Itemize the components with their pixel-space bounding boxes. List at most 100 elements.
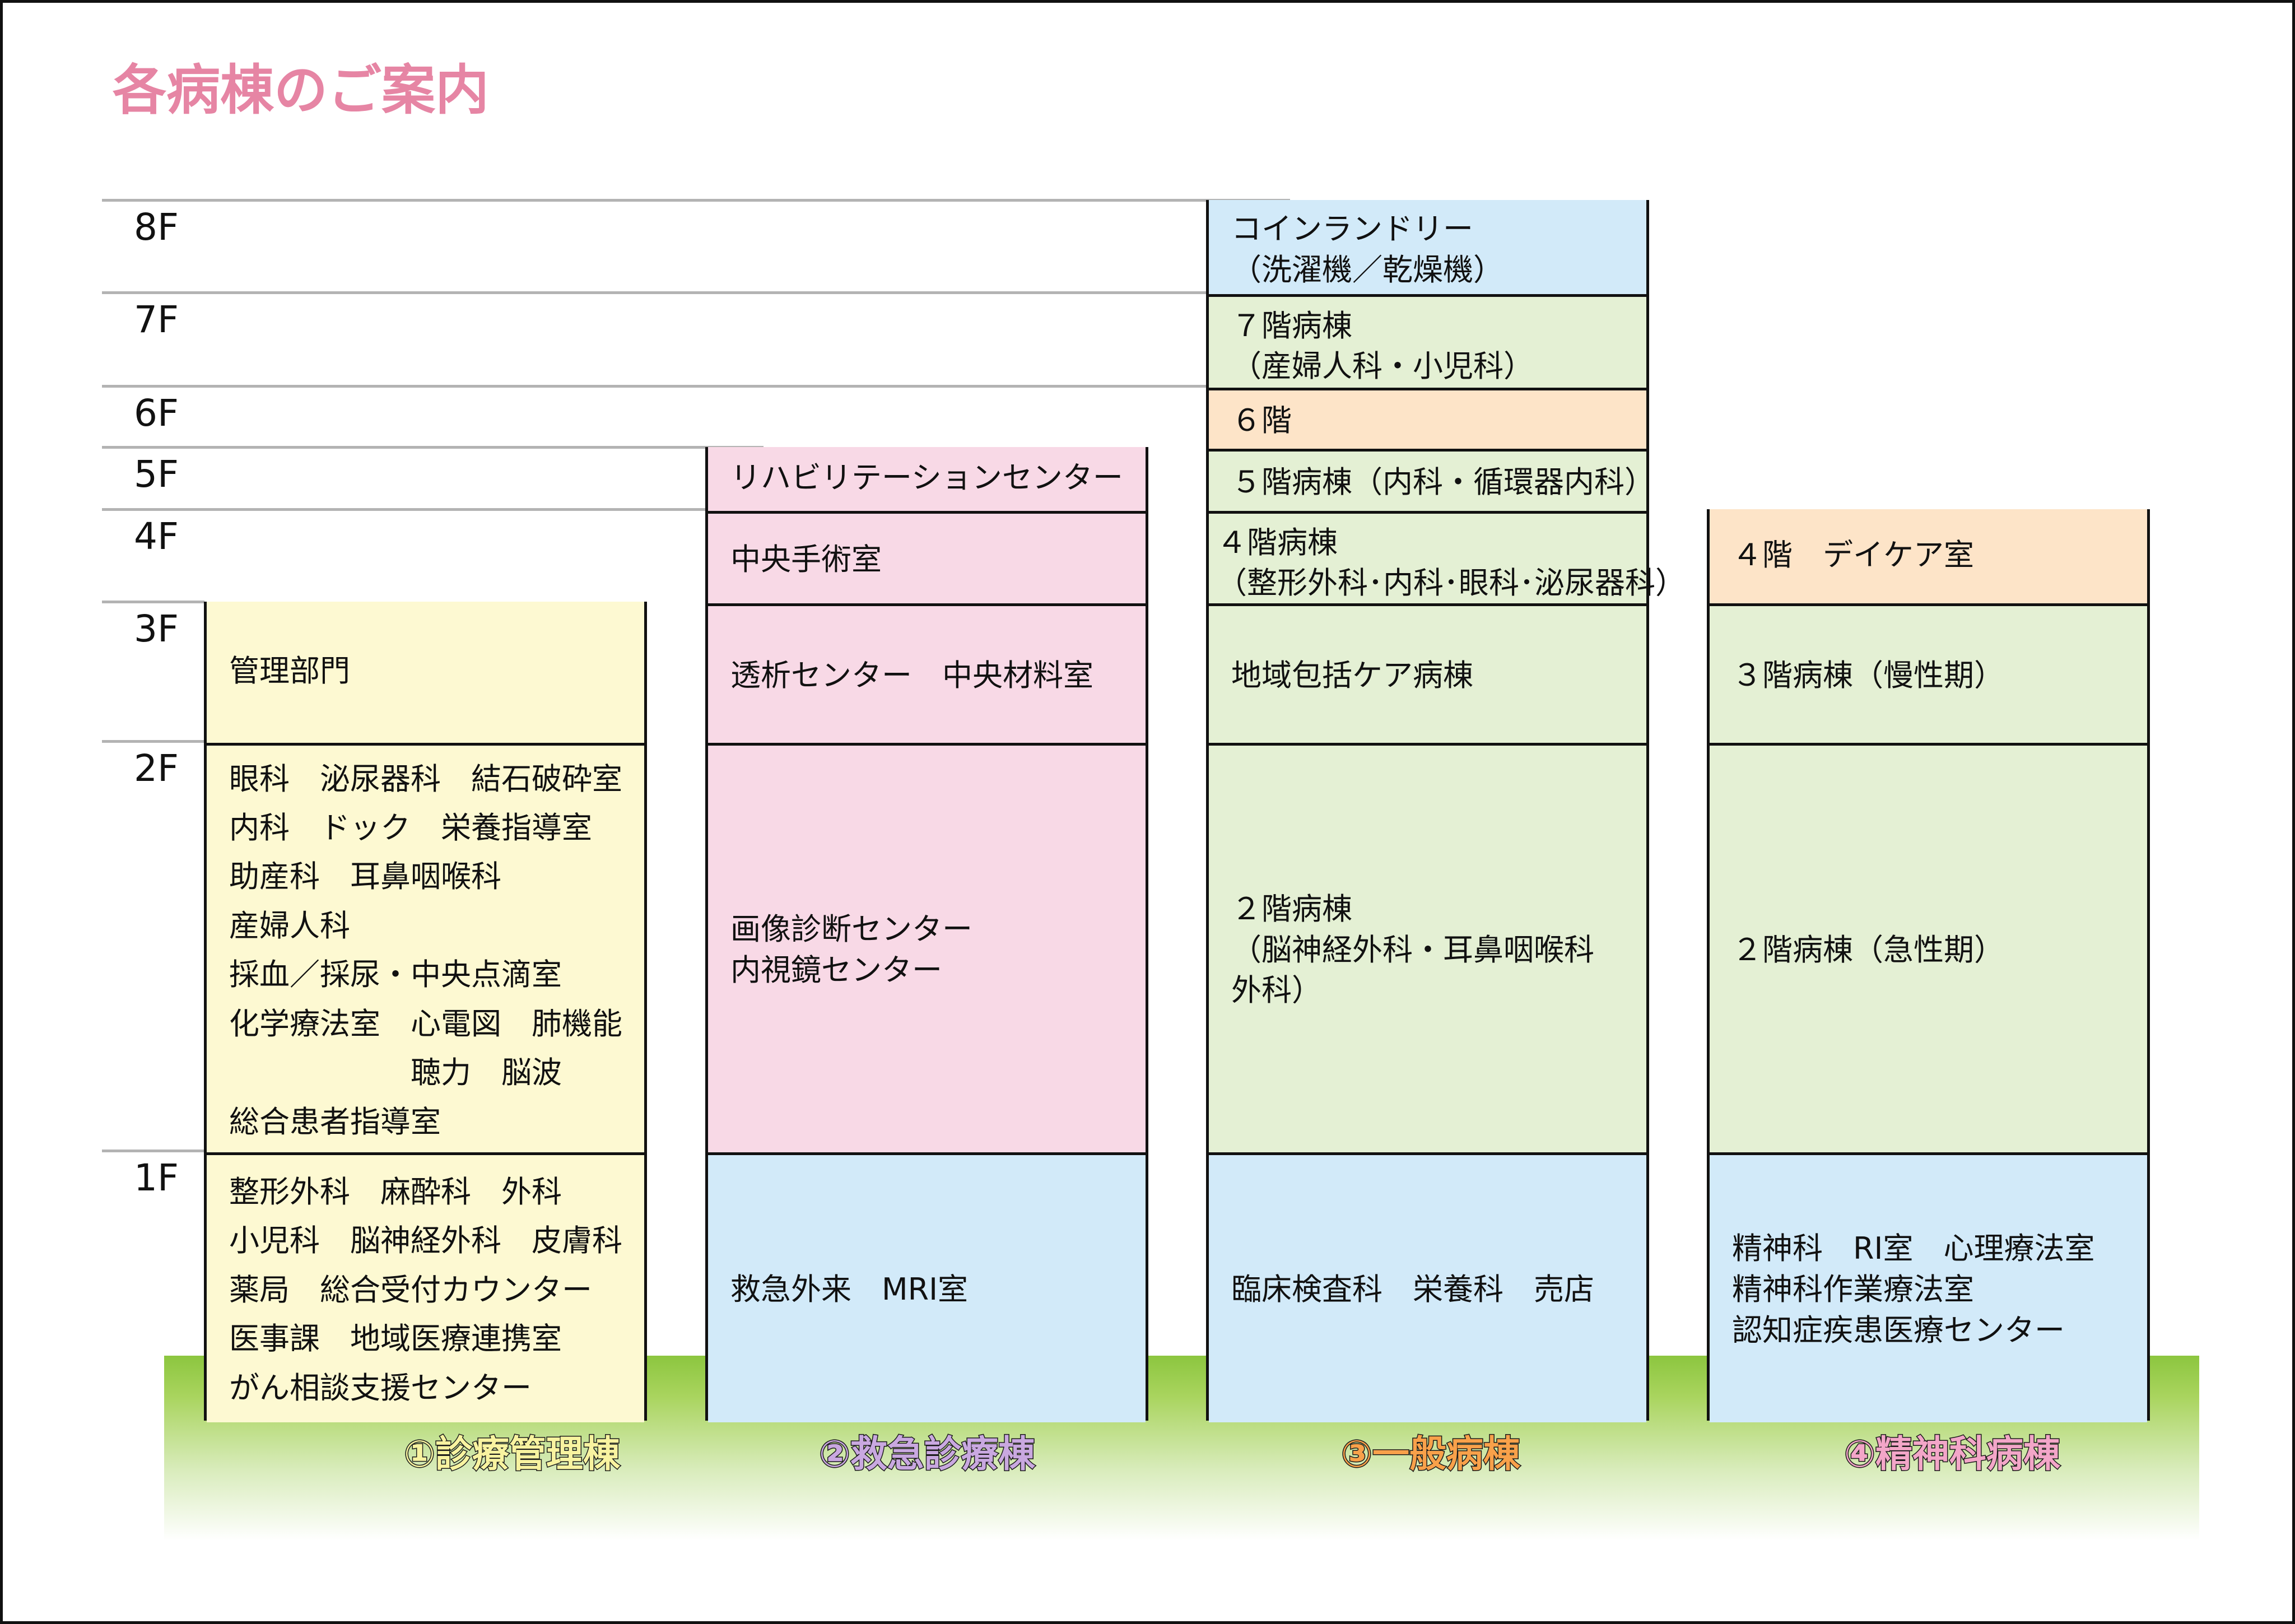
building-number: ② [818, 1432, 851, 1476]
room-list: 精神科 RI室 心理療法室 精神科作業療法室認知症疾患医療センター [1732, 1229, 2094, 1351]
room-list: 整形外科 麻酔科 外科 小児科 脳神経外科 皮膚科 薬局 総合受付カウンター 医事課 … [229, 1167, 622, 1412]
room-line: 眼科 泌尿器科 結石破砕室 [229, 761, 622, 797]
room-list: ５階病棟（内科・循環器内科） [1231, 462, 1655, 503]
building-1-floor-3f: 管理部門 [207, 602, 644, 743]
room-line: 透析センター 中央材料室 [730, 657, 1093, 693]
floor-label-4f: 4F [134, 515, 179, 558]
room-list: コインランドリー （洗濯機／乾燥機） [1231, 209, 1503, 291]
building-2-floor-1f: 救急外来 MRI室 [708, 1152, 1146, 1422]
room-list: ３階病棟（慢性期） [1732, 655, 2004, 696]
building-number: ③ [1340, 1432, 1374, 1476]
room-list: 管理部門 [229, 651, 350, 692]
room-line: がん相談支援センター [229, 1370, 532, 1406]
room-line: 内視鏡センター [730, 952, 942, 988]
room-line: 画像診断センター [730, 911, 972, 947]
room-line: ２階病棟 [1231, 891, 1352, 927]
room-line: 外科） [1231, 972, 1322, 1008]
room-line: 精神科作業療法室 [1732, 1272, 1974, 1307]
building-2-label: ②救急診療棟 [759, 1432, 1095, 1476]
room-line: 化学療法室 心電図 肺機能 [229, 1006, 622, 1041]
room-line: ７階病棟 [1231, 308, 1352, 343]
floor-line-2f [102, 740, 204, 743]
room-line: （整形外科･内科･眼科･泌尿器科） [1217, 565, 1686, 601]
building-2-floor-4f: 中央手術室 [708, 510, 1146, 603]
building-name: 精神科病棟 [1874, 1432, 2061, 1476]
building-1-label: ①診療管理棟 [344, 1432, 680, 1476]
room-line: ４階 デイケア室 [1732, 537, 1974, 573]
room-line: 救急外来 MRI室 [730, 1272, 969, 1307]
building-2-floor-5f: リハビリテーションセンター [708, 447, 1146, 511]
building-3-label: ③一般病棟 [1263, 1432, 1599, 1476]
floor-label-8f: 8F [134, 206, 179, 249]
room-list: ７階病棟 （産婦人科・小児科） [1231, 306, 1534, 388]
room-line: 管理部門 [229, 653, 350, 689]
building-3-floor-1f: 臨床検査科 栄養科 売店 [1209, 1152, 1646, 1422]
room-line: （洗濯機／乾燥機） [1231, 252, 1503, 287]
building-4-label: ④精神科病棟 [1784, 1432, 2120, 1476]
floor-label-7f: 7F [134, 298, 179, 341]
room-list: ２階病棟（急性期） [1732, 930, 2004, 971]
room-line: 臨床検査科 栄養科 売店 [1231, 1272, 1594, 1307]
room-line: 整形外科 麻酔科 外科 [229, 1174, 562, 1209]
building-4: ４階 デイケア室 ３階病棟（慢性期） ２階病棟（急性期） 精神科 RI室 心理療法室精… [1707, 509, 2150, 1422]
building-3-floor-5f: ５階病棟（内科・循環器内科） [1209, 448, 1655, 511]
room-line: 精神科 RI室 心理療法室 [1732, 1231, 2095, 1267]
room-list: 地域包括ケア病棟 [1231, 655, 1473, 696]
floor-line-8f [102, 199, 1290, 202]
building-name: 一般病棟 [1371, 1432, 1521, 1476]
floor-line-4f [102, 508, 764, 511]
building-4-floor-2f: ２階病棟（急性期） [1710, 742, 2147, 1152]
building-3-floor-3f: 地域包括ケア病棟 [1209, 603, 1646, 743]
room-line: （脳神経外科・耳鼻咽喉科 [1231, 932, 1594, 967]
room-list: 透析センター 中央材料室 [730, 655, 1093, 696]
floor-line-5f [102, 446, 764, 449]
building-2-floor-2f: 画像診断センター 内視鏡センター [708, 742, 1146, 1152]
room-list: ４階病棟 （整形外科･内科･眼科･泌尿器科） [1217, 523, 1686, 604]
room-line: 地域包括ケア病棟 [1231, 657, 1473, 693]
building-4-floor-3f: ３階病棟（慢性期） [1710, 603, 2147, 743]
building-1-floor-2f: 眼科 泌尿器科 結石破砕室 内科 ドック 栄養指導室 助産科 耳鼻咽喉科 産婦人科採血… [207, 742, 644, 1152]
page-title: 各病棟のご案内 [113, 59, 489, 122]
floor-line-3f [102, 601, 204, 603]
room-list: ２階病棟 （脳神経外科・耳鼻咽喉科 外科） [1231, 889, 1594, 1012]
building-3-floor-6f: ６階 [1209, 387, 1646, 449]
building-3-floor-7f: ７階病棟 （産婦人科・小児科） [1209, 294, 1646, 388]
room-list: 眼科 泌尿器科 結石破砕室 内科 ドック 栄養指導室 助産科 耳鼻咽喉科 産婦人科採血… [229, 755, 622, 1147]
building-2-floor-3f: 透析センター 中央材料室 [708, 603, 1146, 743]
building-3-floor-2f: ２階病棟 （脳神経外科・耳鼻咽喉科 外科） [1209, 742, 1646, 1152]
room-line: 聴力 脳波 [229, 1055, 562, 1091]
room-line: 認知症疾患医療センター [1732, 1312, 2065, 1348]
building-3-floor-4f: ４階病棟 （整形外科･内科･眼科･泌尿器科） [1209, 510, 1686, 603]
room-line: 内科 ドック 栄養指導室 [229, 809, 592, 845]
room-line: ６階 [1231, 402, 1292, 438]
building-4-floor-1f: 精神科 RI室 心理療法室 精神科作業療法室認知症疾患医療センター [1710, 1152, 2147, 1422]
building-3: コインランドリー （洗濯機／乾燥機） ７階病棟 （産婦人科・小児科） ６階 ５階病棟（内科… [1206, 200, 1686, 1422]
room-line: コインランドリー [1231, 211, 1473, 246]
room-line: ４階病棟 [1217, 524, 1338, 560]
room-line: リハビリテーションセンター [730, 460, 1123, 496]
building-name: 救急診療棟 [849, 1432, 1036, 1476]
building-1-floor-1f: 整形外科 麻酔科 外科 小児科 脳神経外科 皮膚科 薬局 総合受付カウンター 医事課 … [207, 1152, 644, 1422]
floor-guide-diagram: 各病棟のご案内 8F 7F 6F 5F 4F 3F 2F 1F 管理部門 眼科 泌尿器科 結石破… [0, 0, 2295, 1624]
room-line: 助産科 耳鼻咽喉科 [229, 859, 501, 895]
room-line: 薬局 総合受付カウンター [229, 1272, 592, 1307]
room-line: ５階病棟（内科・循環器内科） [1231, 464, 1655, 500]
room-line: 採血／採尿・中央点滴室 [229, 957, 562, 993]
room-list: ６階 [1231, 401, 1292, 441]
room-line: ３階病棟（慢性期） [1732, 657, 2004, 693]
room-list: 中央手術室 [730, 539, 882, 580]
room-line: （産婦人科・小児科） [1231, 348, 1534, 384]
floor-line-1f [102, 1150, 204, 1152]
room-list: 画像診断センター 内視鏡センター [730, 909, 972, 991]
floor-label-5f: 5F [134, 453, 179, 496]
building-4-floor-4f: ４階 デイケア室 [1710, 509, 2147, 603]
room-list: 救急外来 MRI室 [730, 1269, 968, 1310]
room-list: リハビリテーションセンター [730, 458, 1123, 499]
room-line: 総合患者指導室 [229, 1104, 441, 1139]
building-2: リハビリテーションセンター 中央手術室 透析センター 中央材料室 画像診断センター 内視… [705, 447, 1148, 1422]
building-name: 診療管理棟 [434, 1432, 621, 1476]
room-line: 産婦人科 [229, 908, 350, 943]
building-number: ① [403, 1432, 436, 1476]
room-line: ２階病棟（急性期） [1732, 932, 2004, 967]
room-line: 中央手術室 [730, 541, 882, 577]
